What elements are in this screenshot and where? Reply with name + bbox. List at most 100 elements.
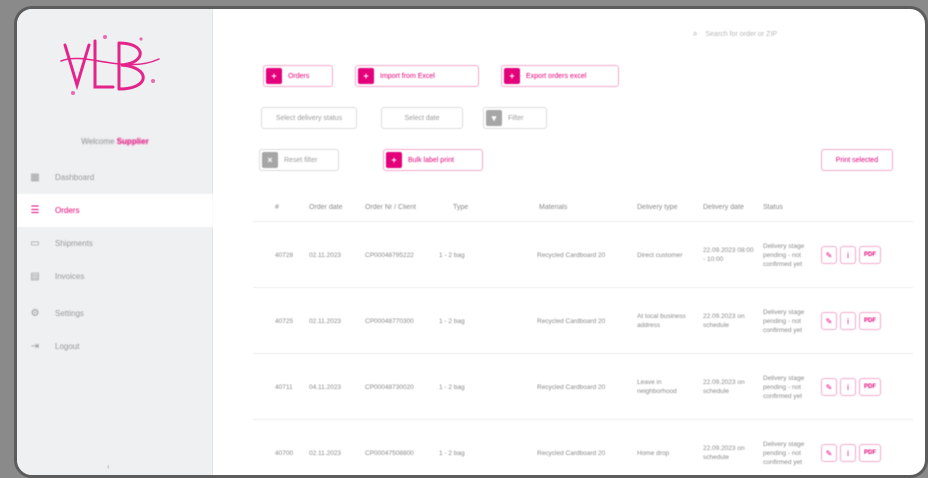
col-header: Materials xyxy=(539,203,568,211)
row-delivery: Leave in neighborhood xyxy=(637,379,677,395)
row-delivery-date: 22.09.2023 on schedule xyxy=(703,445,745,461)
import-excel-button[interactable]: + Import from Excel xyxy=(355,65,479,87)
sidebar-item-label: Dashboard xyxy=(55,173,95,182)
sidebar-item-shipments[interactable]: ▭ Shipments xyxy=(17,227,213,260)
row-status: Delivery stage pending - not confirmed y… xyxy=(763,242,805,268)
col-header: Delivery type xyxy=(637,203,678,211)
row-actions: ✎ i PDF xyxy=(821,354,881,420)
edit-icon[interactable]: ✎ xyxy=(821,246,837,264)
row-date: 02.11.2023 xyxy=(309,317,342,325)
export-excel-button[interactable]: + Export orders excel xyxy=(501,65,619,87)
edit-icon[interactable]: ✎ xyxy=(821,444,837,462)
row-delivery: Home drop xyxy=(637,449,670,457)
date-select-label: Select date xyxy=(404,114,440,122)
delivery-status-label: Select delivery status xyxy=(275,114,343,122)
add-order-label: Orders xyxy=(288,72,310,80)
orders-icon: ☰ xyxy=(30,205,40,216)
plus-icon: + xyxy=(386,152,402,168)
info-icon[interactable]: i xyxy=(840,312,856,330)
sidebar-item-orders[interactable]: ☰ Orders xyxy=(17,194,213,227)
edit-icon[interactable]: ✎ xyxy=(821,312,837,330)
row-type: 1 - 2 bag xyxy=(439,383,465,391)
col-header: Delivery date xyxy=(703,203,744,211)
user-name: Supplier xyxy=(116,137,149,146)
bulk-print-label: Bulk label print xyxy=(408,156,454,164)
print-selected-button[interactable]: Print selected xyxy=(821,149,893,171)
info-icon[interactable]: i xyxy=(840,378,856,396)
row-id: 40711 xyxy=(275,383,293,391)
import-excel-label: Import from Excel xyxy=(380,72,435,80)
sidebar-item-invoices[interactable]: ▤ Invoices xyxy=(17,260,213,293)
row-material: Recycled Cardboard 20 xyxy=(537,449,606,457)
pdf-icon[interactable]: PDF xyxy=(859,444,881,462)
table-row[interactable]: 40725 02.11.2023 CP00048770300 1 - 2 bag… xyxy=(253,287,913,353)
sidebar-item-label: Settings xyxy=(55,309,84,318)
row-order[interactable]: CP00048795222 xyxy=(365,222,414,288)
col-header: # xyxy=(275,203,279,211)
table-row[interactable]: 40711 04.11.2023 CP00048730020 1 - 2 bag… xyxy=(253,353,913,419)
plus-icon: + xyxy=(266,68,282,84)
dashboard-icon: ▦ xyxy=(30,172,40,183)
reset-filter-label: Reset filter xyxy=(284,156,318,164)
sidebar-item-label: Invoices xyxy=(55,272,85,281)
export-excel-label: Export orders excel xyxy=(526,72,587,80)
row-actions: ✎ i PDF xyxy=(821,420,881,475)
row-material: Recycled Cardboard 20 xyxy=(537,251,606,259)
row-type: 1 - 2 bag xyxy=(439,317,465,325)
row-id: 40728 xyxy=(275,251,294,259)
row-delivery-date: 22.09.2023 on schedule xyxy=(703,379,745,395)
edit-icon[interactable]: ✎ xyxy=(821,378,837,396)
app-window: Welcome Supplier ▦ Dashboard ☰ Orders ▭ … xyxy=(14,6,928,478)
search-input[interactable]: ⌕ Search for order or ZIP xyxy=(693,23,893,45)
row-id: 40700 xyxy=(275,449,294,457)
filter-icon: ▾ xyxy=(486,110,502,126)
col-header: Order Nr / Client xyxy=(365,203,416,211)
filter-label: Filter xyxy=(508,114,524,122)
info-icon[interactable]: i xyxy=(840,246,856,264)
row-actions: ✎ i PDF xyxy=(821,288,881,354)
delivery-status-select[interactable]: Select delivery status xyxy=(261,107,357,129)
truck-icon: ▭ xyxy=(30,238,40,249)
col-header: Status xyxy=(763,203,783,211)
sidebar-item-logout[interactable]: ⇥ Logout xyxy=(17,330,213,363)
row-order[interactable]: CP00048730020 xyxy=(365,354,414,420)
pdf-icon[interactable]: PDF xyxy=(859,378,881,396)
sidebar-nav: ▦ Dashboard ☰ Orders ▭ Shipments ▤ Invoi… xyxy=(17,161,213,363)
plus-icon: + xyxy=(358,68,374,84)
table-header: # Order date Order Nr / Client Type Mate… xyxy=(253,193,913,221)
row-order[interactable]: CP00048770300 xyxy=(365,288,414,354)
reset-icon: × xyxy=(262,152,278,168)
gear-icon: ⚙ xyxy=(30,308,40,319)
row-delivery: Direct customer xyxy=(637,251,683,259)
table-row[interactable]: 40700 02.11.2023 CP00047508800 1 - 2 bag… xyxy=(253,419,913,475)
col-header: Order date xyxy=(309,203,343,211)
row-delivery-date: 22.09.2023 08:00 - 10:00 xyxy=(703,247,754,263)
collapse-sidebar-icon[interactable]: ‹ xyxy=(107,462,110,471)
search-placeholder: Search for order or ZIP xyxy=(705,30,778,38)
col-header: Type xyxy=(453,203,469,211)
info-icon[interactable]: i xyxy=(840,444,856,462)
sidebar-item-settings[interactable]: ⚙ Settings xyxy=(17,297,213,330)
row-type: 1 - 2 bag xyxy=(439,449,465,457)
bulk-print-button[interactable]: + Bulk label print xyxy=(383,149,483,171)
pdf-icon[interactable]: PDF xyxy=(859,312,881,330)
sidebar-item-label: Orders xyxy=(55,206,80,215)
filter-button[interactable]: ▾ Filter xyxy=(483,107,547,129)
welcome-text: Welcome Supplier xyxy=(17,137,213,146)
search-icon: ⌕ xyxy=(693,29,698,38)
sidebar-item-label: Shipments xyxy=(55,239,93,248)
sidebar-item-dashboard[interactable]: ▦ Dashboard xyxy=(17,161,213,194)
pdf-icon[interactable]: PDF xyxy=(859,246,881,264)
table-row[interactable]: 40728 02.11.2023 CP00048795222 1 - 2 bag… xyxy=(253,221,913,287)
add-order-button[interactable]: + Orders xyxy=(263,65,333,87)
row-status: Delivery stage pending - not confirmed y… xyxy=(763,308,805,334)
invoice-icon: ▤ xyxy=(30,271,40,282)
row-delivery-date: 22.09.2023 on schedule xyxy=(703,313,745,329)
date-select[interactable]: Select date xyxy=(381,107,463,129)
reset-filter-button[interactable]: × Reset filter xyxy=(259,149,339,171)
row-order[interactable]: CP00047508800 xyxy=(365,420,414,475)
brand-logo xyxy=(60,35,160,95)
row-delivery: At local business address xyxy=(637,313,686,329)
plus-icon: + xyxy=(504,68,520,84)
print-selected-label: Print selected xyxy=(835,156,879,164)
